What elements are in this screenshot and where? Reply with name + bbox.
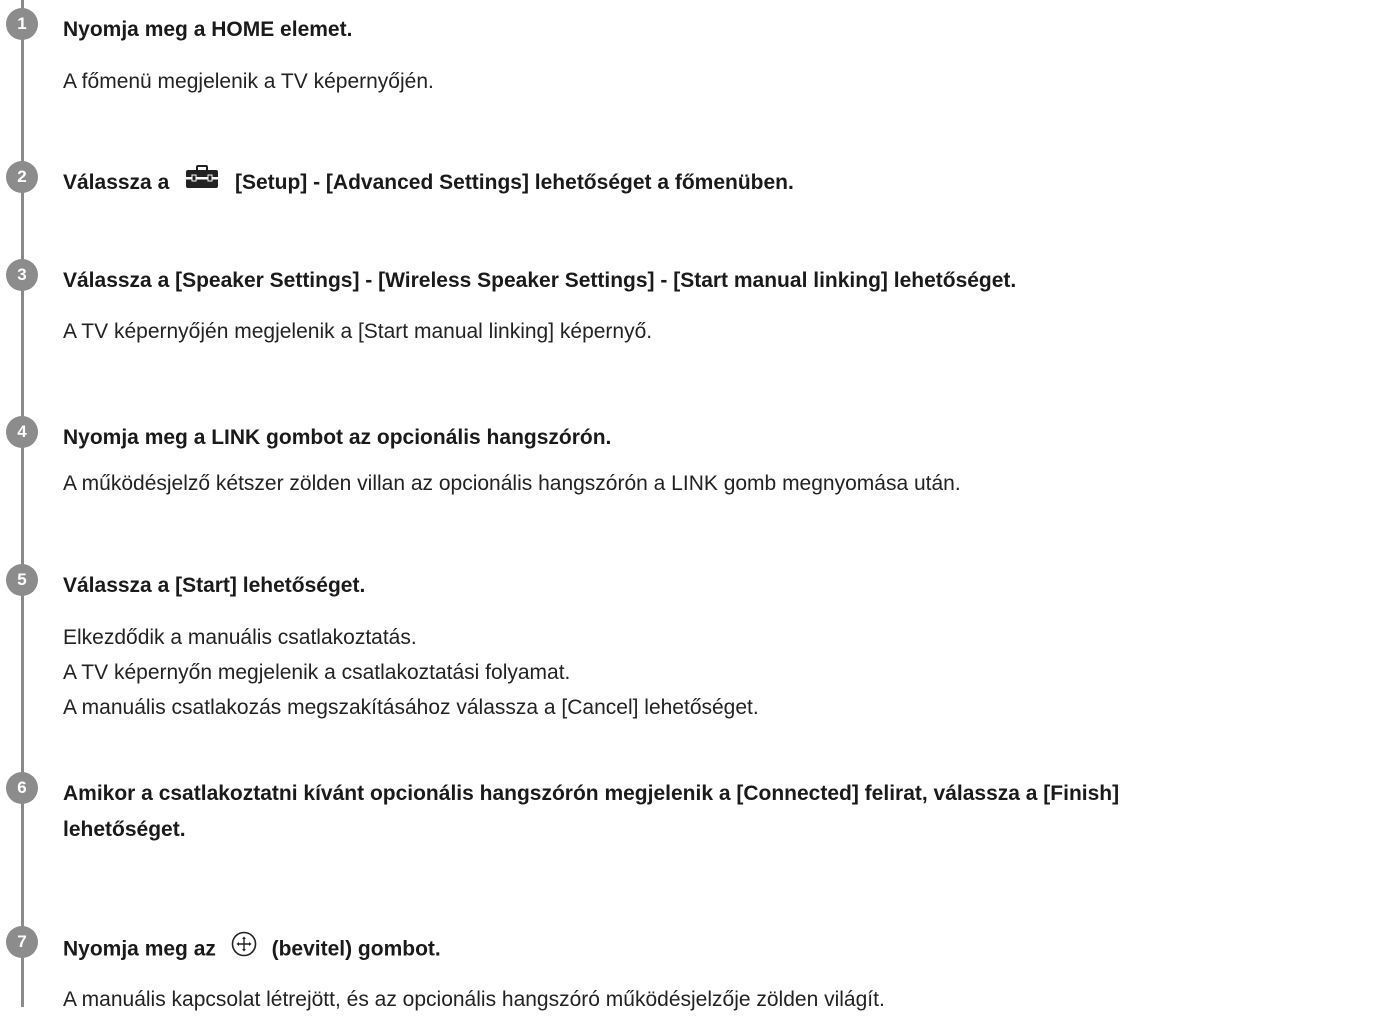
step-number: 7: [6, 926, 38, 958]
step-title-line: lehetőséget.: [63, 818, 186, 841]
step-description-line: A TV képernyőn megjelenik a csatlakoztat…: [63, 661, 571, 684]
step-number: 2: [6, 161, 38, 193]
step-title-text: Válassza a: [63, 171, 170, 194]
step-title: Nyomja meg az (bevitel) gombot.: [63, 930, 1371, 970]
step-description: A főmenü megjelenik a TV képernyőjén.: [63, 70, 434, 93]
step-description-line: A manuális csatlakozás megszakításához v…: [63, 696, 759, 719]
step-title: Válassza a [Start] lehetőséget.: [63, 574, 366, 597]
step-title-text: (bevitel) gombot.: [271, 937, 441, 961]
steps-timeline: [21, 0, 24, 1007]
step-title: Válassza a [Setup] - [Advanced Settings]…: [63, 165, 1371, 201]
step-number: 5: [6, 564, 38, 596]
step-title-text: [Setup] - [Advanced Settings] lehetősége…: [234, 171, 794, 194]
step-number: 3: [6, 259, 38, 291]
step-number: 6: [6, 772, 38, 804]
step-title-text: Nyomja meg az: [63, 937, 216, 961]
step-number: 4: [6, 416, 38, 448]
toolbox-icon: [185, 165, 219, 201]
step-title-line: Amikor a csatlakoztatni kívánt opcionáli…: [63, 782, 1120, 805]
step-title: Nyomja meg a LINK gombot az opcionális h…: [63, 426, 612, 449]
step-description-line: Elkezdődik a manuális csatlakoztatás.: [63, 626, 417, 649]
step-description: A működésjelző kétszer zölden villan az …: [63, 472, 961, 495]
enter-button-icon: [230, 930, 258, 970]
step-title: Válassza a [Speaker Settings] - [Wireles…: [63, 269, 1017, 292]
step-title: Nyomja meg a HOME elemet.: [63, 18, 353, 41]
step-description: A manuális kapcsolat létrejött, és az op…: [63, 988, 885, 1011]
step-description: A TV képernyőjén megjelenik a [Start man…: [63, 320, 653, 343]
step-number: 1: [6, 8, 38, 40]
